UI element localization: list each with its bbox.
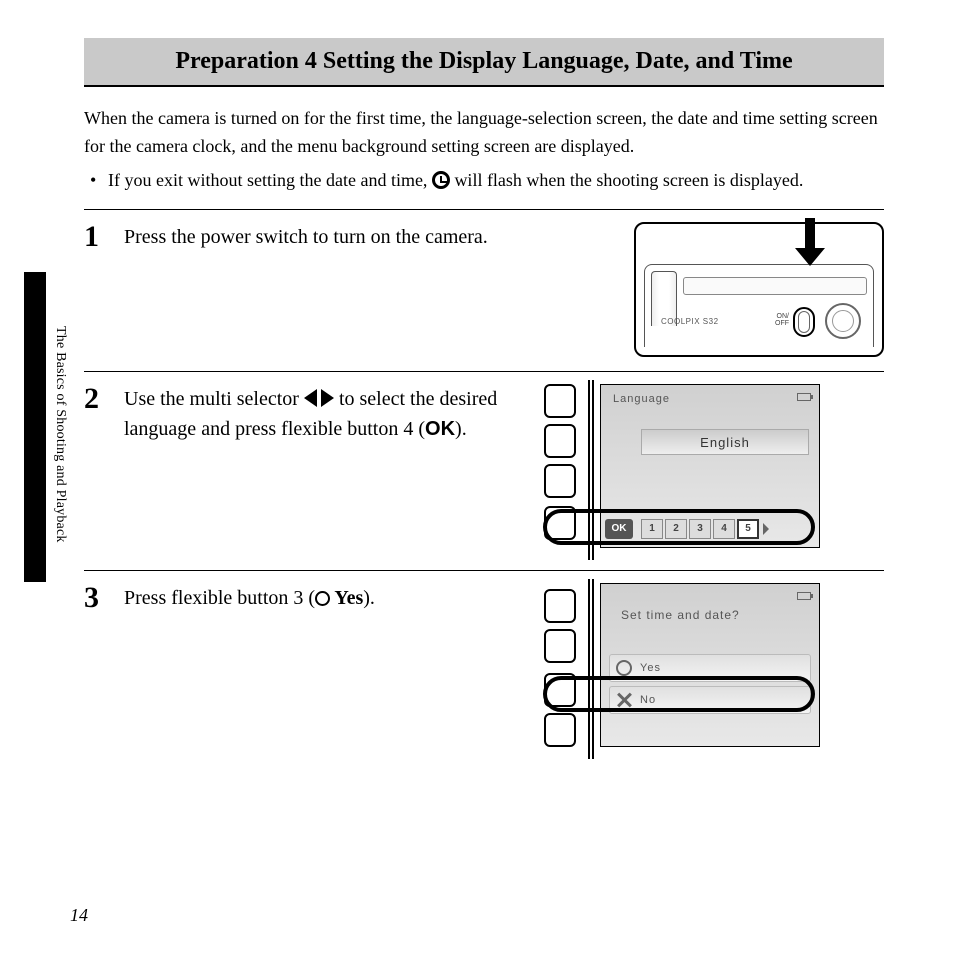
step-3-number: 3 bbox=[84, 583, 124, 613]
intro-paragraph: When the camera is turned on for the fir… bbox=[84, 105, 884, 161]
flexible-button-2 bbox=[544, 424, 576, 458]
circle-icon bbox=[616, 660, 632, 676]
side-tab-marker bbox=[24, 272, 46, 582]
power-label: ON/OFF bbox=[775, 313, 789, 327]
note-bullet: • If you exit without setting the date a… bbox=[84, 167, 884, 195]
camera-body: COOLPIX S32 ON/OFF bbox=[644, 264, 874, 347]
step-1-number: 1 bbox=[84, 222, 124, 252]
bullet-text-pre: If you exit without setting the date and… bbox=[108, 170, 432, 190]
bullet-dot: • bbox=[84, 167, 108, 195]
step-1: 1 Press the power switch to turn on the … bbox=[84, 209, 884, 357]
screen-divider bbox=[588, 579, 594, 759]
battery-icon bbox=[797, 592, 811, 600]
page-number: 14 bbox=[70, 905, 88, 926]
step-1-text: Press the power switch to turn on the ca… bbox=[124, 222, 614, 252]
time-screen: Set time and date? Yes No bbox=[600, 583, 820, 747]
screen-title: Language bbox=[601, 385, 819, 409]
side-section-label: The Basics of Shooting and Playback bbox=[52, 326, 68, 543]
bullet-text-post: will flash when the shooting screen is d… bbox=[454, 170, 803, 190]
lcd-figure-language: Language English OK 1 2 3 4 5 bbox=[536, 384, 856, 556]
highlight-outline bbox=[543, 509, 815, 545]
flexible-buttons-left bbox=[536, 589, 581, 747]
step-3-text: Press flexible button 3 ( Yes). bbox=[124, 583, 524, 613]
highlight-outline bbox=[543, 676, 815, 712]
flexible-button-2 bbox=[544, 629, 576, 663]
lcd-figure-time: Set time and date? Yes No bbox=[536, 583, 856, 755]
circle-icon bbox=[315, 591, 330, 606]
battery-icon bbox=[797, 393, 811, 401]
language-screen: Language English OK 1 2 3 4 5 bbox=[600, 384, 820, 548]
step-2-text-post: ). bbox=[455, 418, 467, 440]
camera-illustration: COOLPIX S32 ON/OFF bbox=[634, 222, 884, 357]
page-title: Preparation 4 Setting the Display Langua… bbox=[84, 38, 884, 87]
flexible-button-3 bbox=[544, 464, 576, 498]
language-value: English bbox=[641, 429, 809, 455]
step-2: 2 Use the multi selector to select the d… bbox=[84, 371, 884, 556]
down-arrow-icon bbox=[793, 218, 827, 268]
left-right-arrow-icon bbox=[304, 389, 334, 407]
option-yes-label: Yes bbox=[640, 662, 661, 674]
step-2-text-pre: Use the multi selector bbox=[124, 388, 304, 410]
step-3-text-pre: Press flexible button 3 ( bbox=[124, 587, 315, 609]
ok-inline-label: OK bbox=[425, 418, 455, 440]
clock-icon bbox=[432, 171, 450, 189]
flexible-button-1 bbox=[544, 384, 576, 418]
yes-inline-label: Yes bbox=[330, 587, 363, 609]
flexible-button-1 bbox=[544, 589, 576, 623]
time-question: Set time and date? bbox=[601, 584, 819, 630]
bullet-text: If you exit without setting the date and… bbox=[108, 167, 803, 195]
step-2-number: 2 bbox=[84, 384, 124, 414]
power-button bbox=[793, 307, 815, 337]
step-2-text: Use the multi selector to select the des… bbox=[124, 384, 524, 444]
shutter-button bbox=[825, 303, 861, 339]
camera-top-plate bbox=[683, 277, 867, 295]
flexible-button-4 bbox=[544, 713, 576, 747]
camera-model-label: COOLPIX S32 bbox=[661, 317, 719, 326]
page-content: Preparation 4 Setting the Display Langua… bbox=[84, 38, 884, 755]
step-3-text-post: ). bbox=[363, 587, 375, 609]
step-3: 3 Press flexible button 3 ( Yes). Set ti… bbox=[84, 570, 884, 755]
